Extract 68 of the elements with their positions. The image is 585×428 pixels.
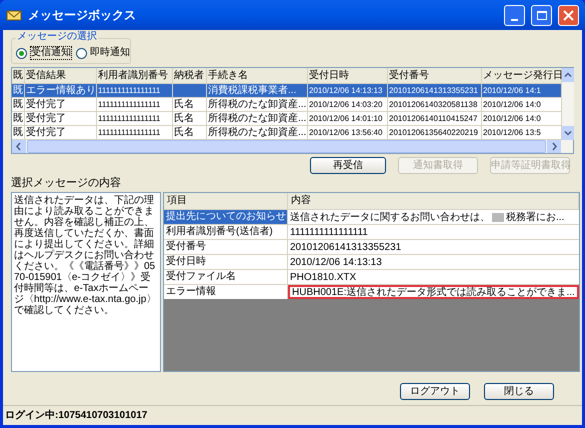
table-cell: 2010/12/06 14:13:13 [308, 84, 388, 97]
item-cell[interactable]: エラー情報 [164, 285, 288, 299]
radio-label: 即時通知 [90, 47, 130, 59]
scroll-left-icon[interactable] [12, 140, 26, 153]
scroll-right-icon[interactable] [547, 140, 561, 153]
group-label: メッセージの選択 [16, 32, 98, 42]
minimize-button[interactable] [504, 4, 525, 26]
column-header[interactable]: 既 [12, 68, 25, 83]
table-cell: 受付完了 [25, 98, 97, 111]
value-text: 20101206141313355231 [290, 240, 402, 254]
table-cell: 受付完了 [25, 112, 97, 125]
table-cell: 2010/12/06 13:56:40 [308, 126, 388, 139]
vertical-scrollbar[interactable] [562, 68, 574, 140]
table-cell: 2010/12/06 14:03:20 [308, 98, 388, 111]
table-row[interactable]: 既 受付完了 1111111111111111 氏名 所得税のたな卸資産... 2010/12/06 13:56:40 20101206135640220219 2010/12/06 13:5 [12, 126, 562, 140]
radio-label: 受信通知 [30, 46, 72, 60]
table-cell: 既 [12, 112, 25, 125]
table-cell: 氏名 [173, 112, 207, 125]
action-button[interactable]: ログアウト [400, 383, 470, 400]
table-cell: 20101206140110415247 [388, 112, 482, 125]
table-cell: 消費税課税事業者... [207, 84, 308, 97]
close-icon [563, 10, 574, 20]
table-cell: エラー情報あり [25, 84, 97, 97]
value-text: 2010/12/06 14:13:13 [290, 256, 382, 268]
scroll-up-icon[interactable] [562, 68, 574, 82]
status-text: ログイン中:1075410703101017 [5, 408, 148, 423]
table-row[interactable]: 既 エラー情報あり 1111111111111111 消費税課税事業者... 2010/12/06 14:13:13 20101206141313355231 2010/12/06 14:1 [12, 84, 562, 98]
table-cell: 所得税のたな卸資産... [207, 112, 308, 125]
column-header[interactable]: 手続き名 [207, 68, 308, 83]
table-cell: 1111111111111111 [97, 84, 173, 97]
action-button[interactable]: 再受信 [310, 157, 386, 174]
window-title: メッセージボックス [28, 7, 137, 24]
column-header[interactable]: 納税者 [173, 68, 207, 83]
column-header[interactable]: 受信結果 [25, 68, 97, 83]
table-cell: 氏名 [173, 98, 207, 111]
table-cell: 2010/12/06 14:01:10 [308, 112, 388, 125]
action-button[interactable]: 閉じる [484, 383, 554, 400]
table-cell: 所得税のたな卸資産... [207, 98, 308, 111]
column-header[interactable]: 受付日時 [308, 68, 388, 83]
table-cell: 既 [12, 126, 25, 139]
table-cell: 氏名 [173, 126, 207, 139]
table-cell: 所得税のたな卸資産... [207, 126, 308, 139]
table-cell: 受付完了 [25, 126, 97, 139]
section-label: 選択メッセージの内容 [11, 178, 122, 189]
close-button[interactable] [558, 4, 579, 26]
table-row[interactable]: 既 受付完了 1111111111111111 氏名 所得税のたな卸資産... 2010/12/06 14:01:10 20101206140110415247 2010/12/06 14:0 [12, 112, 562, 126]
value-text: 1111111111111111 [290, 226, 368, 238]
value-text: PHO1810.XTX [290, 270, 356, 284]
radio-button[interactable] [16, 48, 27, 58]
table-cell: 20101206141313355231 [388, 84, 482, 97]
table-cell: 1111111111111111 [97, 112, 173, 125]
column-header[interactable]: 利用者識別番号 [97, 68, 173, 83]
table-row[interactable]: 既 受付完了 1111111111111111 氏名 所得税のたな卸資産... 2010/12/06 14:03:20 20101206140320581138 2010/12/06 14:0 [12, 98, 562, 112]
scroll-down-icon[interactable] [562, 126, 574, 140]
table-cell: 20101206135640220219 [388, 126, 482, 139]
table-cell: 20101206140320581138 [388, 98, 482, 111]
value-text: HUBH001E:送信されたデータ形式では読み取ることができま... [292, 286, 575, 298]
table-cell: 1111111111111111 [97, 126, 173, 139]
table-cell: 既 [12, 84, 25, 97]
column-header[interactable]: 受付番号 [388, 68, 482, 83]
value-text: 税務署にお... [506, 210, 564, 224]
table-cell: 1111111111111111 [97, 98, 173, 111]
message-text-area: 送信されたデータは、下記の理由により読み取ることができません。内容を確認し補正の上、再度送信していただくか、書面により提出してください。詳細はヘルプデスクにお問い合わせください。《《電話番号》》0570-015901〈e-コクゼイ〉》受付時間等は、e-Taxホームページ〈http://www.e-tax.nta.go.jp〉で確認してください。 [11, 192, 161, 372]
table-cell: 既 [12, 98, 25, 111]
item-cell[interactable]: 提出先についてのお知らせ [164, 210, 288, 224]
value-text: 送信されたデータに関するお問い合わせは、 [290, 210, 490, 224]
radio-button[interactable] [76, 48, 87, 58]
maximize-button[interactable] [531, 4, 552, 26]
